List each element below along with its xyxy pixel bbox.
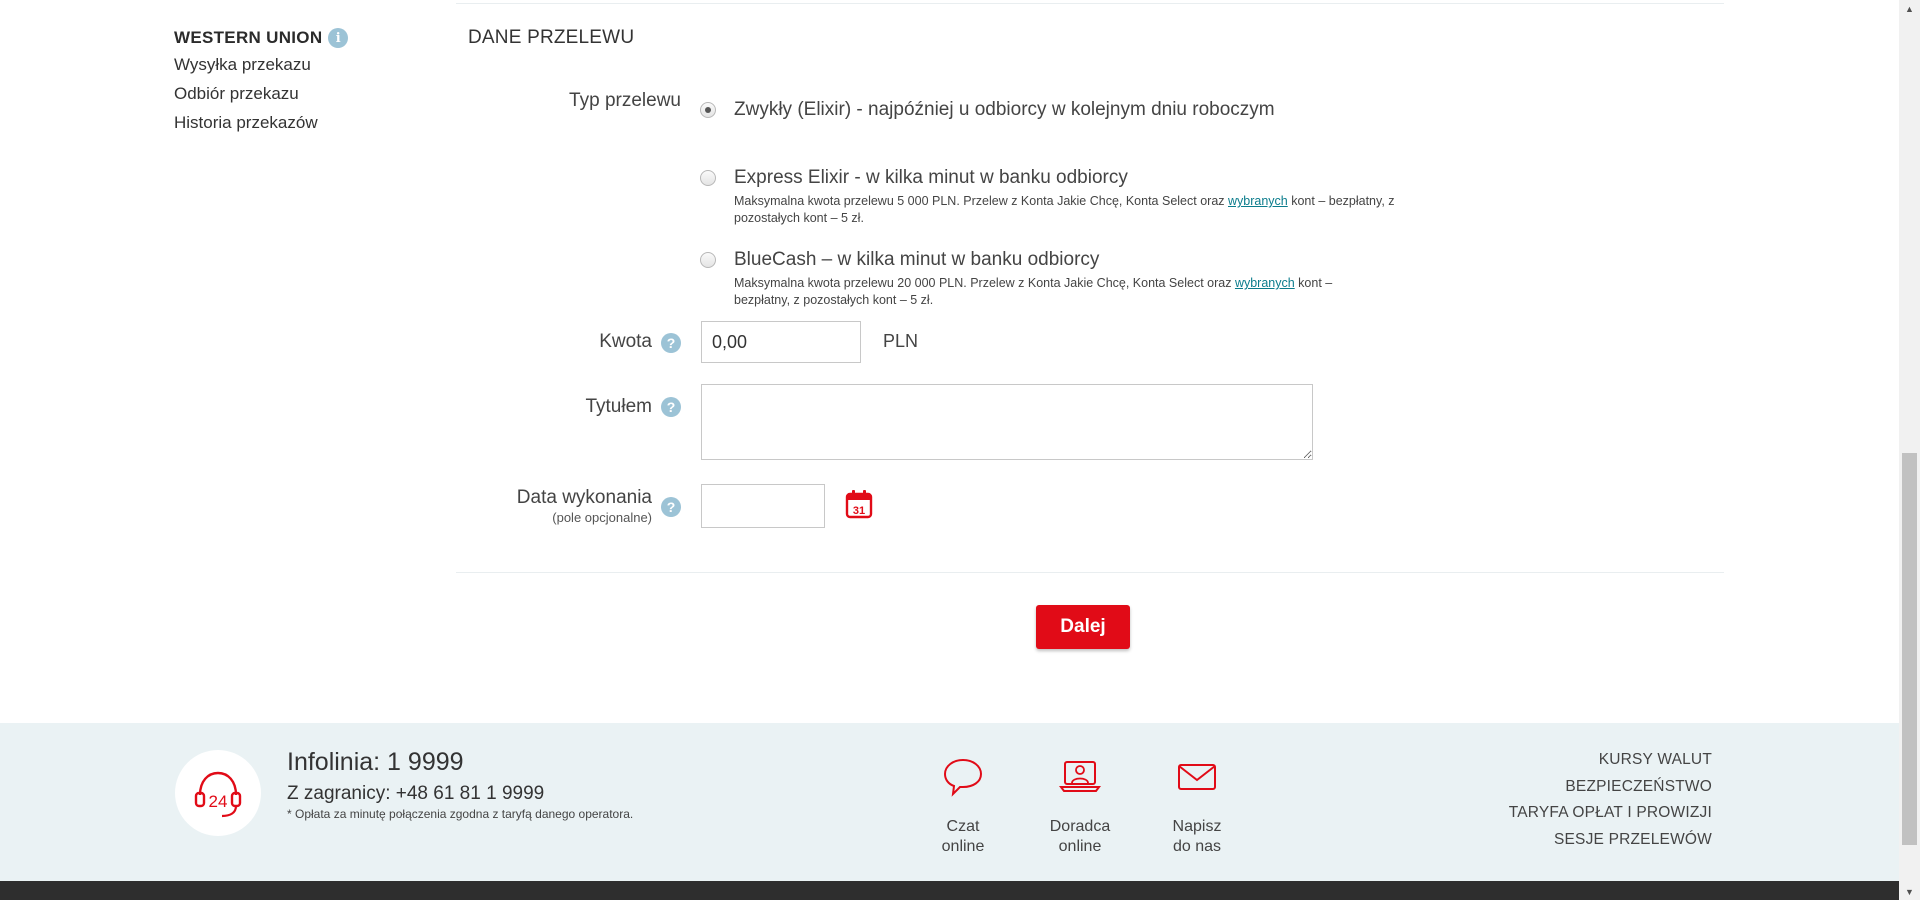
date-label: Data wykonania — [516, 487, 652, 508]
amount-input[interactable] — [701, 321, 861, 363]
radio-bluecash[interactable] — [700, 252, 716, 268]
scroll-up-arrow[interactable]: ▲ — [1899, 0, 1920, 17]
contact-advisor-line2: online — [1058, 838, 1102, 855]
calendar-icon[interactable]: 31 — [845, 489, 873, 519]
date-input[interactable] — [701, 484, 825, 528]
selected-accounts-link-bluecash[interactable]: wybranych — [1235, 276, 1295, 290]
info-icon[interactable]: i — [328, 28, 349, 48]
advisor-icon — [1059, 761, 1101, 792]
option-elixir-title: Zwykły (Elixir) - najpóźniej u odbiorcy … — [734, 99, 1275, 120]
hotline-number: Infolinia: 1 9999 — [287, 748, 464, 776]
next-button[interactable]: Dalej — [1036, 605, 1130, 649]
page-scrollbar[interactable]: ▲ ▼ — [1899, 0, 1920, 900]
option-express-elixir-description: Maksymalna kwota przelewu 5 000 PLN. Prz… — [734, 193, 1434, 227]
mail-icon — [1178, 764, 1216, 790]
option-bluecash-desc-text: Maksymalna kwota przelewu 20 000 PLN. Pr… — [734, 276, 1235, 290]
selected-accounts-link[interactable]: wybranych — [1228, 194, 1288, 208]
title-textarea[interactable] — [701, 384, 1313, 460]
contact-write-line2: do nas — [1172, 838, 1222, 855]
title-label: Tytułem — [585, 396, 652, 417]
calendar-day-number: 31 — [853, 505, 865, 517]
option-bluecash-description: Maksymalna kwota przelewu 20 000 PLN. Pr… — [734, 275, 1354, 309]
abroad-number: Z zagranicy: +48 61 81 1 9999 — [287, 783, 545, 804]
footer-link-security[interactable]: BEZPIECZEŃSTWO — [1509, 774, 1712, 801]
option-bluecash-title: BlueCash – w kilka minut w banku odbiorc… — [734, 249, 1100, 270]
sidebar-item-send-transfer[interactable]: Wysyłka przekazu — [174, 50, 434, 79]
amount-currency: PLN — [883, 331, 919, 351]
contact-advisor[interactable]: Doradca online — [1025, 757, 1135, 857]
section-title: DANE PRZELEWU — [468, 27, 635, 48]
footer-bottom-bar — [0, 881, 1899, 900]
footer-link-transfer-sessions[interactable]: SESJE PRZELEWÓW — [1509, 827, 1712, 854]
call-cost-note: * Opłata za minutę połączenia zgodna z t… — [287, 807, 634, 821]
date-optional-note: (pole opcjonalne) — [552, 510, 652, 525]
form-divider — [456, 572, 1724, 573]
amount-help-icon[interactable]: ? — [661, 333, 681, 353]
option-express-desc-text: Maksymalna kwota przelewu 5 000 PLN. Prz… — [734, 194, 1228, 208]
scroll-thumb[interactable] — [1902, 453, 1917, 845]
western-union-heading: WESTERN UNION i — [174, 26, 434, 50]
transfer-type-label: Typ przelewu — [569, 90, 681, 111]
hotline-badge: 24 — [175, 750, 261, 836]
headset-icon: 24 — [194, 771, 242, 818]
contact-write-line1: Napisz — [1172, 818, 1222, 835]
sidebar-item-receive-transfer[interactable]: Odbiór przekazu — [174, 79, 434, 108]
top-divider — [456, 3, 1724, 4]
hotline-badge-number: 24 — [209, 792, 228, 811]
western-union-title: WESTERN UNION — [174, 28, 323, 47]
page: WESTERN UNION i Wysyłka przekazu Odbiór … — [0, 0, 1899, 900]
sidebar: WESTERN UNION i Wysyłka przekazu Odbiór … — [174, 26, 434, 137]
amount-label: Kwota — [599, 331, 652, 352]
chat-icon — [943, 758, 983, 797]
footer-links: KURSY WALUT BEZPIECZEŃSTWO TARYFA OPŁAT … — [1509, 747, 1712, 853]
radio-express-elixir[interactable] — [700, 170, 716, 186]
date-help-icon[interactable]: ? — [661, 497, 681, 517]
sidebar-item-transfer-history[interactable]: Historia przekazów — [174, 108, 434, 137]
contact-chat[interactable]: Czat online — [908, 757, 1018, 857]
contact-write[interactable]: Napisz do nas — [1142, 757, 1252, 857]
title-help-icon[interactable]: ? — [661, 397, 681, 417]
option-express-elixir-title: Express Elixir - w kilka minut w banku o… — [734, 167, 1128, 188]
contact-chat-line1: Czat — [946, 818, 980, 835]
footer-link-fees[interactable]: TARYFA OPŁAT I PROWIZJI — [1509, 800, 1712, 827]
contact-advisor-line1: Doradca — [1049, 818, 1111, 835]
contact-chat-line2: online — [941, 838, 985, 855]
footer-link-exchange-rates[interactable]: KURSY WALUT — [1509, 747, 1712, 774]
scroll-down-arrow[interactable]: ▼ — [1899, 883, 1920, 900]
radio-elixir[interactable] — [700, 102, 716, 118]
